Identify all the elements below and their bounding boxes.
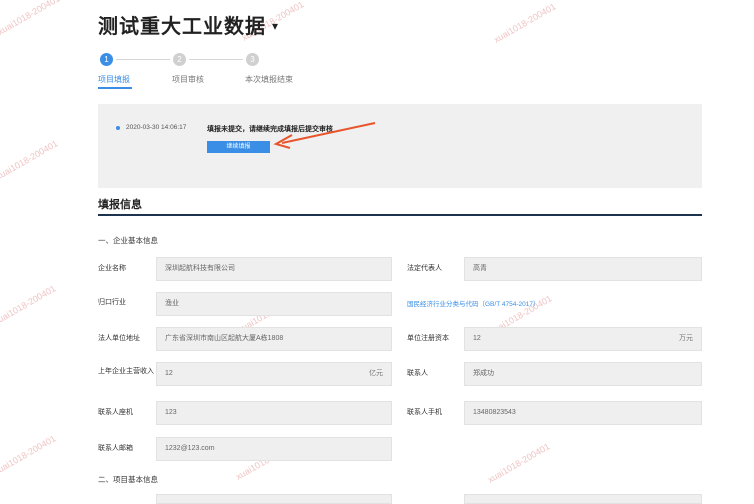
subsection-title-enterprise: 一、企业基本信息 [98, 236, 158, 245]
company-name-label: 企业名称 [98, 265, 126, 272]
industry-field[interactable]: 渔业 [156, 292, 392, 316]
arrow-annotation-icon [273, 122, 376, 149]
industry-code-link[interactable]: 国民经济行业分类与代码（GB/T 4754-2017） [407, 298, 539, 308]
address-label: 法人单位地址 [98, 335, 140, 342]
capital-field[interactable]: 12 万元 [464, 327, 702, 351]
chevron-down-icon[interactable]: ▾ [272, 19, 279, 33]
step-connector [189, 59, 243, 60]
capital-value: 12 [473, 335, 481, 342]
step-connector [116, 59, 170, 60]
watermark: xuai1018-200401 [0, 433, 58, 477]
address-field[interactable]: 广东省深圳市南山区起航大厦A栋1808 [156, 327, 392, 351]
step-2-label[interactable]: 项目审核 [172, 74, 204, 85]
revenue-value: 12 [165, 370, 173, 377]
revenue-field[interactable]: 12 亿元 [156, 362, 392, 386]
capital-label: 单位注册资本 [407, 335, 449, 342]
page-title-text: 测试重大工业数据 [98, 16, 266, 38]
step-1-label[interactable]: 项目填报 [98, 74, 130, 85]
revenue-label: 上年企业主营收入 [98, 368, 154, 375]
step-1-dot: 1 [100, 53, 113, 66]
capital-unit: 万元 [679, 335, 693, 342]
watermark: xuai1018-200401 [0, 283, 58, 327]
contact-field[interactable]: 郑成功 [464, 362, 702, 386]
project-field-partial[interactable] [464, 494, 702, 504]
section-title: 填报信息 [98, 199, 142, 211]
status-panel [98, 104, 702, 188]
mobile-label: 联系人手机 [407, 409, 442, 416]
landline-field[interactable]: 123 [156, 401, 392, 425]
email-label: 联系人邮箱 [98, 445, 133, 452]
watermark: xuai1018-200401 [0, 138, 60, 182]
email-field[interactable]: 1232@123.com [156, 437, 392, 461]
project-field-partial[interactable] [156, 494, 392, 504]
company-name-field[interactable]: 深圳起航科技有限公司 [156, 257, 392, 281]
active-step-indicator [98, 87, 132, 89]
section-divider [98, 214, 702, 216]
step-2-dot: 2 [173, 53, 186, 66]
page-title[interactable]: 测试重大工业数据 ▾ [98, 10, 279, 39]
timeline-bullet [116, 126, 120, 130]
legal-rep-field[interactable]: 高青 [464, 257, 702, 281]
watermark: xuai1018-200401 [492, 1, 558, 45]
watermark: xuai1018-200401 [486, 441, 552, 485]
legal-rep-label: 法定代表人 [407, 265, 442, 272]
subsection-title-project: 二、项目基本信息 [98, 475, 158, 484]
revenue-unit: 亿元 [369, 370, 383, 377]
contact-label: 联系人 [407, 370, 428, 377]
watermark: xuai1018-200401 [0, 0, 62, 37]
continue-filling-button[interactable]: 继续填报 [207, 141, 270, 153]
landline-label: 联系人座机 [98, 409, 133, 416]
submission-timestamp: 2020-03-30 14:06:17 [126, 124, 187, 131]
mobile-field[interactable]: 13480823543 [464, 401, 702, 425]
step-3-label[interactable]: 本次填报结束 [245, 74, 293, 85]
step-3-dot: 3 [246, 53, 259, 66]
industry-label: 归口行业 [98, 299, 126, 306]
